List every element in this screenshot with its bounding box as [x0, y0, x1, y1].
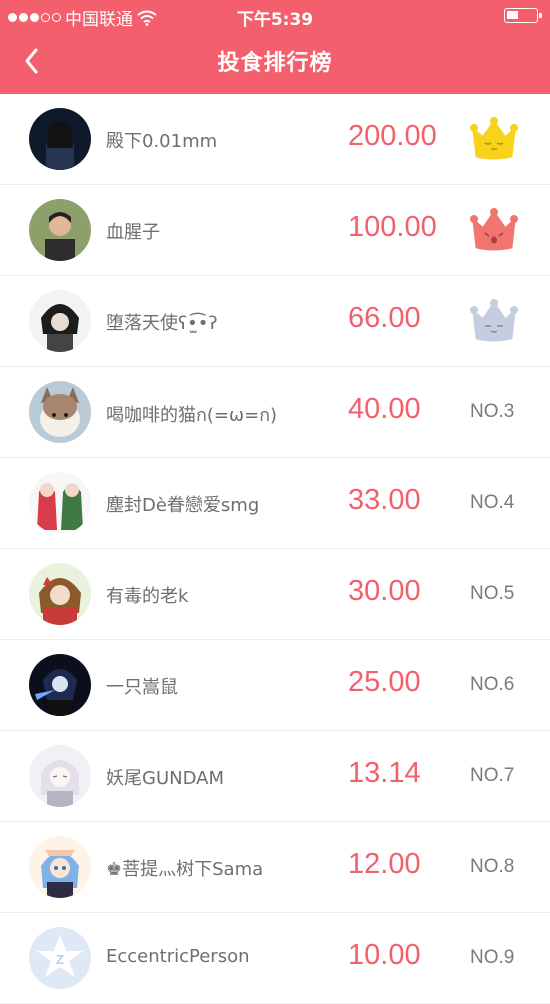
avatar [29, 472, 91, 534]
user-name: 塵封Dè眷戀爱smg [106, 495, 260, 516]
rank-label: NO.5 [470, 583, 515, 604]
silver-crown-icon [470, 299, 518, 342]
feed-amount: 200.00 [348, 120, 437, 152]
page-title: 投食排行榜 [217, 51, 333, 76]
feed-amount: 13.14 [348, 757, 421, 789]
leaderboard-row[interactable]: 堕落天使ʕ•̫͡•ʔ 66.00 [0, 276, 550, 367]
user-name: 有毒的老k [106, 586, 189, 607]
leaderboard-row[interactable]: 血腥子 100.00 [0, 185, 550, 276]
rank-label: NO.7 [470, 765, 515, 786]
feed-amount: 25.00 [348, 666, 421, 698]
user-name: 一只嵩鼠 [106, 677, 178, 698]
avatar [29, 290, 91, 352]
rank-label: NO.3 [470, 401, 515, 422]
status-bar: 中国联通 下午5:39 [0, 0, 550, 30]
svg-text:Z: Z [56, 952, 64, 967]
leaderboard-row[interactable]: 有毒的老k 30.00 NO.5 [0, 549, 550, 640]
user-name: 血腥子 [106, 222, 160, 243]
pink-crown-icon [470, 208, 518, 251]
leaderboard-row[interactable]: 殿下0.01mm 200.00 [0, 94, 550, 185]
rank-label: NO.9 [470, 947, 515, 968]
leaderboard-list: 殿下0.01mm 200.00 血腥子 100.00 堕落天使ʕ•̫͡•ʔ 66… [0, 94, 550, 1004]
rank-label: NO.8 [470, 856, 515, 877]
feed-amount: 12.00 [348, 848, 421, 880]
battery-icon [504, 8, 542, 23]
gold-crown-icon [470, 117, 518, 160]
leaderboard-row[interactable]: 喝咖啡的猫ก(=ω=ก) 40.00 NO.3 [0, 367, 550, 458]
avatar [29, 381, 91, 443]
user-name: EccentricPerson [106, 946, 250, 967]
avatar [29, 199, 91, 261]
rank-label: NO.4 [470, 492, 515, 513]
leaderboard-row[interactable]: 一只嵩鼠 25.00 NO.6 [0, 640, 550, 731]
user-name: 妖尾GUNDAM [106, 768, 224, 789]
avatar [29, 108, 91, 170]
avatar [29, 563, 91, 625]
avatar [29, 745, 91, 807]
feed-amount: 66.00 [348, 302, 421, 334]
feed-amount: 10.00 [348, 939, 421, 971]
leaderboard-row[interactable]: 塵封Dè眷戀爱smg 33.00 NO.4 [0, 458, 550, 549]
user-name: 喝咖啡的猫ก(=ω=ก) [106, 405, 278, 426]
avatar [29, 836, 91, 898]
header-bar: 中国联通 下午5:39 投食排行榜 [0, 0, 550, 94]
leaderboard-row[interactable]: Z EccentricPerson 10.00 NO.9 [0, 913, 550, 1004]
feed-amount: 33.00 [348, 484, 421, 516]
avatar [29, 654, 91, 716]
user-name: 殿下0.01mm [106, 131, 218, 152]
status-time: 下午5:39 [236, 10, 314, 30]
navigation-bar: 投食排行榜 [0, 30, 550, 94]
feed-amount: 30.00 [348, 575, 421, 607]
user-name: 堕落天使ʕ•̫͡•ʔ [106, 313, 218, 334]
feed-amount: 100.00 [348, 211, 437, 243]
user-name: ♚菩提灬树下Sama [106, 859, 264, 880]
rank-label: NO.6 [470, 674, 515, 695]
leaderboard-row[interactable]: 妖尾GUNDAM 13.14 NO.7 [0, 731, 550, 822]
feed-amount: 40.00 [348, 393, 421, 425]
leaderboard-row[interactable]: ♚菩提灬树下Sama 12.00 NO.8 [0, 822, 550, 913]
avatar: Z [29, 927, 91, 989]
